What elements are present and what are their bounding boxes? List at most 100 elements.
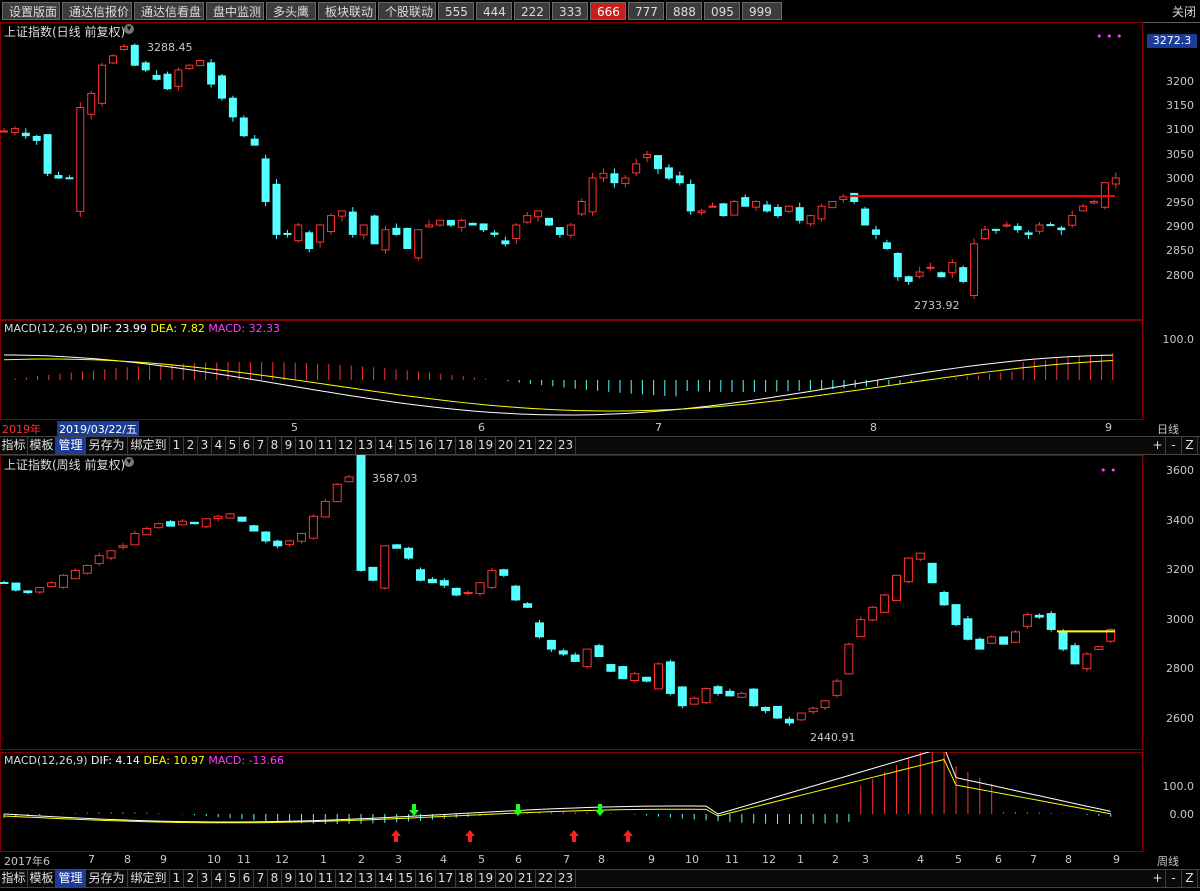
candle-body [951, 604, 961, 626]
template-slot-14[interactable]: 14 [376, 870, 396, 887]
tab-个股联动[interactable]: 个股联动 [378, 2, 436, 20]
template-slot-3[interactable]: 3 [198, 437, 212, 454]
template-slot-10[interactable]: 10 [296, 870, 316, 887]
weekly-candlestick-chart[interactable] [0, 455, 1200, 750]
template-slot-18[interactable]: 18 [456, 437, 476, 454]
y-tick: 2800 [1166, 662, 1194, 675]
zoom-button-0[interactable]: + [1150, 870, 1166, 887]
template-slot-23[interactable]: 23 [556, 870, 576, 887]
template-slot-13[interactable]: 13 [356, 870, 376, 887]
template-slot-21[interactable]: 21 [516, 870, 536, 887]
candle-body [427, 578, 437, 584]
candle-body [316, 224, 325, 243]
candle-body [468, 222, 477, 226]
template-slot-1[interactable]: 1 [170, 870, 184, 887]
toolbar-button-4[interactable]: 绑定到 [128, 437, 170, 454]
candle-body [570, 654, 580, 662]
template-slot-6[interactable]: 6 [240, 437, 254, 454]
zoom-button-2[interactable]: Z [1182, 870, 1198, 887]
candle-body [218, 75, 226, 99]
template-slot-4[interactable]: 4 [212, 437, 226, 454]
template-slot-5[interactable]: 5 [226, 870, 240, 887]
template-slot-11[interactable]: 11 [316, 870, 336, 887]
template-slot-23[interactable]: 23 [556, 437, 576, 454]
template-slot-10[interactable]: 10 [296, 437, 316, 454]
tab-095[interactable]: 095 [704, 2, 740, 20]
template-slot-1[interactable]: 1 [170, 437, 184, 454]
template-slot-11[interactable]: 11 [316, 437, 336, 454]
candle-body [98, 64, 107, 104]
tab-板块联动[interactable]: 板块联动 [318, 2, 376, 20]
template-slot-20[interactable]: 20 [496, 437, 516, 454]
zoom-button-1[interactable]: - [1166, 870, 1182, 887]
template-slot-15[interactable]: 15 [396, 437, 416, 454]
toolbar-button-0[interactable]: 指标 [0, 437, 28, 454]
template-slot-5[interactable]: 5 [226, 437, 240, 454]
zoom-button-2[interactable]: Z [1182, 437, 1198, 454]
template-slot-6[interactable]: 6 [240, 870, 254, 887]
template-slot-22[interactable]: 22 [536, 870, 556, 887]
template-slot-15[interactable]: 15 [396, 870, 416, 887]
template-slot-12[interactable]: 12 [336, 437, 356, 454]
tab-666[interactable]: 666 [590, 2, 626, 20]
tab-盘中监测[interactable]: 盘中监测 [206, 2, 264, 20]
template-slot-2[interactable]: 2 [184, 437, 198, 454]
daily-macd-chart[interactable] [0, 320, 1200, 420]
template-slot-17[interactable]: 17 [436, 870, 456, 887]
weekly-macd-chart[interactable] [0, 752, 1200, 852]
candle-body [820, 700, 830, 709]
template-slot-2[interactable]: 2 [184, 870, 198, 887]
template-slot-16[interactable]: 16 [416, 437, 436, 454]
tab-555[interactable]: 555 [438, 2, 474, 20]
template-slot-16[interactable]: 16 [416, 870, 436, 887]
template-slot-14[interactable]: 14 [376, 437, 396, 454]
tab-999[interactable]: 999 [742, 2, 782, 20]
zoom-button-0[interactable]: + [1150, 437, 1166, 454]
candle-body [1100, 182, 1109, 208]
template-slot-19[interactable]: 19 [476, 437, 496, 454]
template-slot-4[interactable]: 4 [212, 870, 226, 887]
toolbar-button-1[interactable]: 模板 [28, 870, 56, 887]
toolbar-button-0[interactable]: 指标 [0, 870, 28, 887]
toolbar-button-2[interactable]: 管理 [56, 870, 86, 887]
tab-444[interactable]: 444 [476, 2, 512, 20]
template-slot-8[interactable]: 8 [268, 437, 282, 454]
tab-333[interactable]: 333 [552, 2, 588, 20]
template-slot-8[interactable]: 8 [268, 870, 282, 887]
zoom-button-1[interactable]: - [1166, 437, 1182, 454]
template-slot-17[interactable]: 17 [436, 437, 456, 454]
toolbar-button-3[interactable]: 另存为 [86, 437, 128, 454]
template-slot-19[interactable]: 19 [476, 870, 496, 887]
template-slot-9[interactable]: 9 [282, 437, 296, 454]
y-tick: 3000 [1166, 612, 1194, 626]
tab-888[interactable]: 888 [666, 2, 702, 20]
template-slot-3[interactable]: 3 [198, 870, 212, 887]
toolbar-button-2[interactable]: 管理 [56, 437, 86, 454]
toolbar-button-3[interactable]: 另存为 [86, 870, 128, 887]
tab-多头鹰[interactable]: 多头鹰 [266, 2, 316, 20]
toolbar-button-4[interactable]: 绑定到 [128, 870, 170, 887]
month-tick: 10 [685, 853, 699, 866]
tab-设置版面[interactable]: 设置版面 [2, 2, 60, 20]
template-slot-9[interactable]: 9 [282, 870, 296, 887]
close-button[interactable]: 关闭 [1172, 3, 1196, 20]
template-slot-7[interactable]: 7 [254, 870, 268, 887]
template-slot-13[interactable]: 13 [356, 437, 376, 454]
candle-body [320, 501, 330, 518]
template-slot-21[interactable]: 21 [516, 437, 536, 454]
tab-777[interactable]: 777 [628, 2, 664, 20]
tab-通达信报价[interactable]: 通达信报价 [62, 2, 132, 20]
template-slot-7[interactable]: 7 [254, 437, 268, 454]
candle-body [970, 243, 979, 296]
toolbar-button-1[interactable]: 模板 [28, 437, 56, 454]
tab-222[interactable]: 222 [514, 2, 550, 20]
tab-通达信看盘[interactable]: 通达信看盘 [134, 2, 204, 20]
template-slot-20[interactable]: 20 [496, 870, 516, 887]
template-slot-18[interactable]: 18 [456, 870, 476, 887]
candle-body [741, 197, 750, 207]
month-tick: 8 [1065, 853, 1072, 866]
template-slot-12[interactable]: 12 [336, 870, 356, 887]
daily-candlestick-chart[interactable] [0, 22, 1200, 322]
template-slot-22[interactable]: 22 [536, 437, 556, 454]
candle-body [370, 215, 379, 245]
